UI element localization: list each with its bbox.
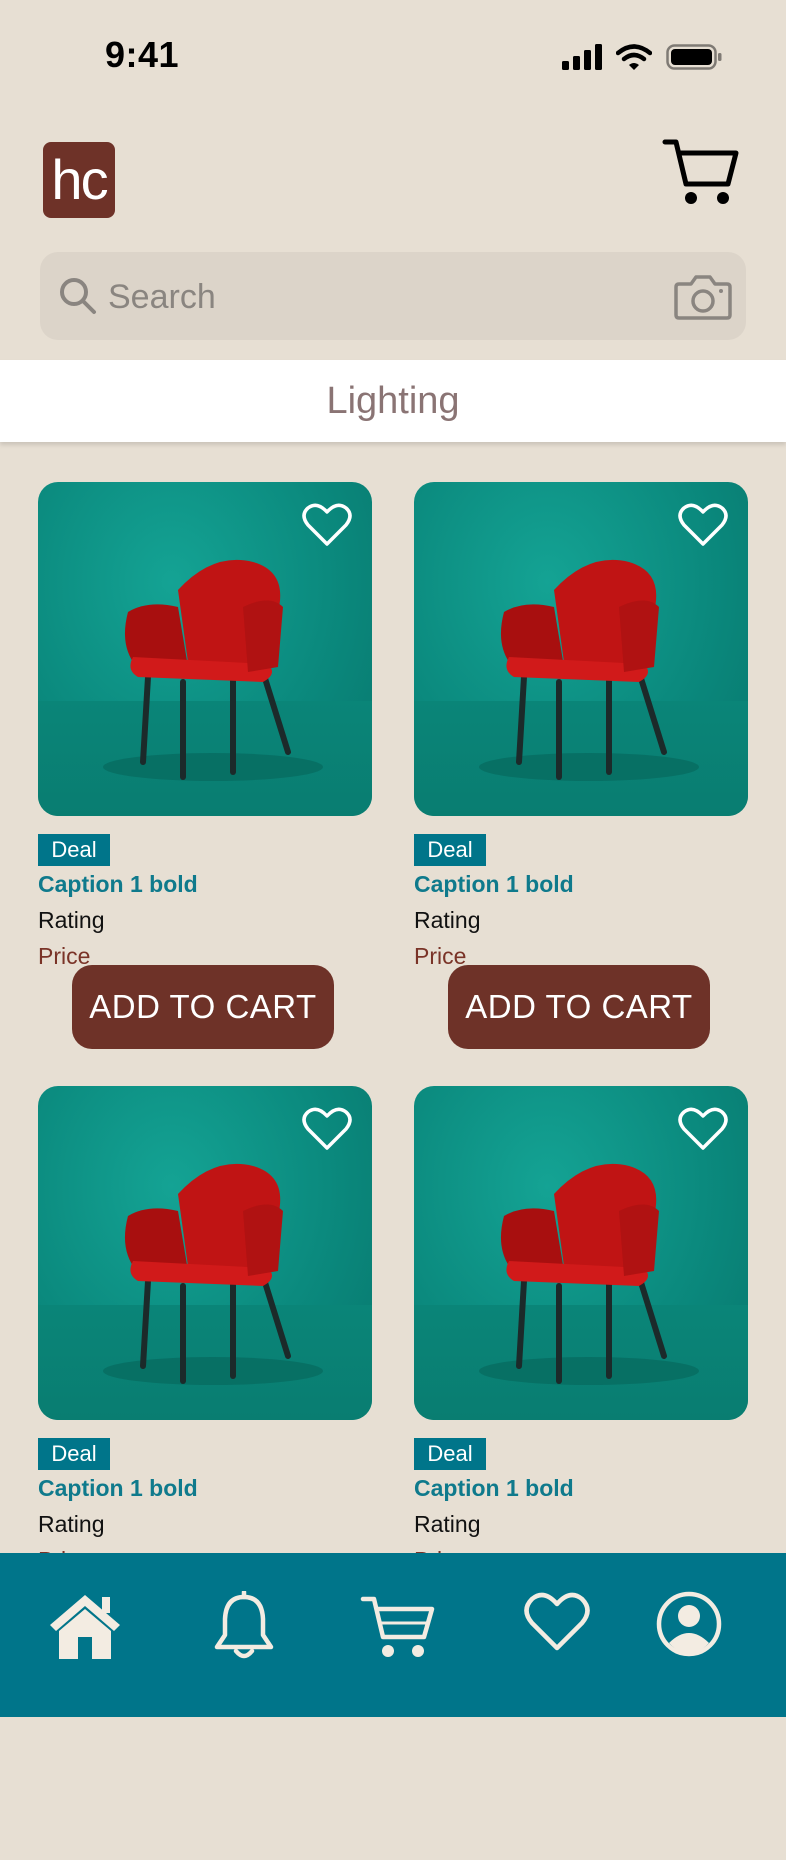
- product-caption[interactable]: Caption 1 bold: [38, 1475, 198, 1502]
- heart-icon[interactable]: [302, 1106, 352, 1152]
- status-icons: [562, 44, 722, 70]
- product-rating: Rating: [38, 907, 105, 933]
- product-image[interactable]: [414, 1086, 748, 1420]
- product-image[interactable]: [38, 482, 372, 816]
- category-title: Lighting: [326, 380, 460, 422]
- nav-notifications[interactable]: [212, 1589, 276, 1666]
- search-bar: [40, 252, 746, 340]
- battery-icon: [666, 44, 722, 70]
- wifi-icon: [616, 44, 652, 70]
- product-caption[interactable]: Caption 1 bold: [414, 1475, 574, 1502]
- deal-badge: Deal: [414, 1438, 486, 1470]
- home-icon: [50, 1595, 120, 1659]
- product-card[interactable]: Deal Caption 1 bold Rating Price: [38, 1086, 372, 1573]
- bottom-nav: [0, 1553, 786, 1717]
- cart-icon: [662, 139, 739, 204]
- product-card[interactable]: Deal Caption 1 bold Rating Price: [414, 1086, 748, 1573]
- nav-home[interactable]: [46, 1591, 124, 1666]
- product-card[interactable]: Deal Caption 1 bold Rating Price ADD TO …: [38, 482, 372, 1049]
- deal-badge: Deal: [414, 834, 486, 866]
- status-time: 9:41: [105, 34, 180, 75]
- heart-icon[interactable]: [678, 1106, 728, 1152]
- product-rating: Rating: [414, 1511, 481, 1537]
- camera-icon[interactable]: [674, 274, 732, 320]
- product-caption[interactable]: Caption 1 bold: [38, 871, 198, 898]
- category-bar: Lighting: [0, 360, 786, 442]
- deal-badge: Deal: [38, 1438, 110, 1470]
- nav-cart[interactable]: [360, 1591, 436, 1666]
- product-rating: Rating: [414, 907, 481, 933]
- profile-icon: [656, 1591, 722, 1657]
- search-icon: [60, 278, 96, 314]
- nav-favorites[interactable]: [524, 1591, 590, 1658]
- add-to-cart-button[interactable]: ADD TO CART: [72, 965, 334, 1049]
- product-caption[interactable]: Caption 1 bold: [414, 871, 574, 898]
- heart-icon[interactable]: [302, 502, 352, 548]
- product-image[interactable]: [414, 482, 748, 816]
- header-cart-button[interactable]: [662, 136, 740, 208]
- product-image[interactable]: [38, 1086, 372, 1420]
- app-logo[interactable]: hc: [43, 142, 115, 218]
- product-rating: Rating: [38, 1511, 105, 1537]
- cart-icon: [360, 1596, 435, 1657]
- deal-badge: Deal: [38, 834, 110, 866]
- add-to-cart-button[interactable]: ADD TO CART: [448, 965, 710, 1049]
- heart-icon[interactable]: [678, 502, 728, 548]
- nav-profile[interactable]: [656, 1591, 722, 1662]
- bell-icon: [214, 1589, 274, 1659]
- product-card[interactable]: Deal Caption 1 bold Rating Price ADD TO …: [414, 482, 748, 1049]
- signal-icon: [562, 44, 602, 70]
- search-input[interactable]: [106, 268, 670, 326]
- heart-icon: [524, 1592, 590, 1651]
